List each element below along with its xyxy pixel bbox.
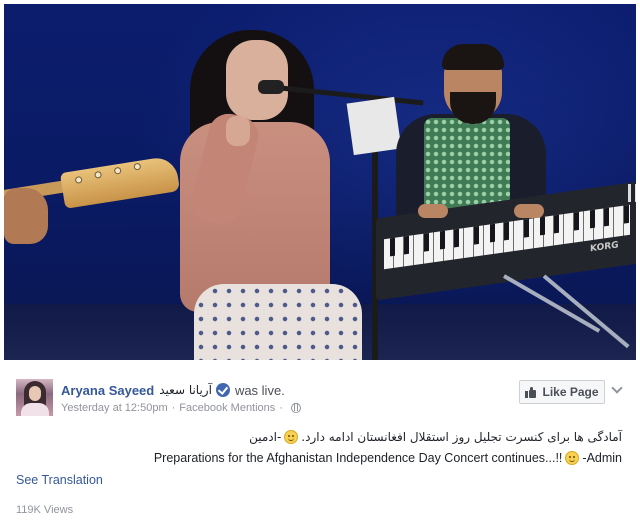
lyrics-sheet <box>346 96 402 156</box>
message-en-text: Preparations for the Afghanistan Indepen… <box>153 451 563 465</box>
page-name-alt[interactable]: آریانا سعید <box>159 383 212 397</box>
like-page-button[interactable]: Like Page <box>519 380 605 404</box>
post-message-english: Preparations for the Afghanistan Indepen… <box>154 449 622 467</box>
facebook-post: Aryana Sayeed آریانا سعید was live. Yest… <box>0 364 640 526</box>
keyboard-player-hair <box>442 44 504 70</box>
singer-pants <box>194 284 362 360</box>
meta-separator: · <box>171 402 176 414</box>
keyboard-player-hands <box>418 204 548 218</box>
singer-hand <box>226 116 250 146</box>
pause-icon[interactable] <box>628 184 636 202</box>
globe-icon[interactable] <box>290 403 301 413</box>
post-message-persian: آمادگی ها برای کنسرت تجلیل روز استقلال ا… <box>249 428 622 446</box>
keyboard-stand <box>503 274 636 360</box>
timestamp-link[interactable]: Yesterday at 12:50pm <box>61 402 168 414</box>
message-en-suffix: -Admin <box>582 451 622 465</box>
meta-separator-2: · <box>279 402 283 414</box>
message-fa-suffix: -ادمین <box>249 430 282 444</box>
verified-badge-icon <box>215 383 230 397</box>
view-count: 119K Views <box>16 504 74 516</box>
guitarist-hand <box>4 188 48 244</box>
thumbs-up-icon <box>525 386 537 398</box>
keyboard-brand-label: KORG <box>590 240 619 255</box>
like-page-label: Like Page <box>542 385 599 399</box>
message-fa-text: آمادگی ها برای کنسرت تجلیل روز استقلال ا… <box>301 430 622 444</box>
page-name-link[interactable]: Aryana Sayeed <box>61 383 154 398</box>
avatar[interactable] <box>16 379 53 416</box>
microphone <box>258 80 284 94</box>
chevron-down-icon[interactable] <box>611 382 623 394</box>
post-meta: Yesterday at 12:50pm · Facebook Mentions… <box>61 401 301 415</box>
smiley-icon <box>284 430 299 444</box>
live-video-player[interactable]: KORG <box>4 4 636 360</box>
see-translation-link[interactable]: See Translation <box>16 473 103 487</box>
was-live-text: was live. <box>234 382 285 398</box>
smiley-icon <box>565 451 580 465</box>
source-link[interactable]: Facebook Mentions <box>179 402 275 414</box>
post-header: Aryana Sayeed آریانا سعید was live. <box>61 381 285 399</box>
